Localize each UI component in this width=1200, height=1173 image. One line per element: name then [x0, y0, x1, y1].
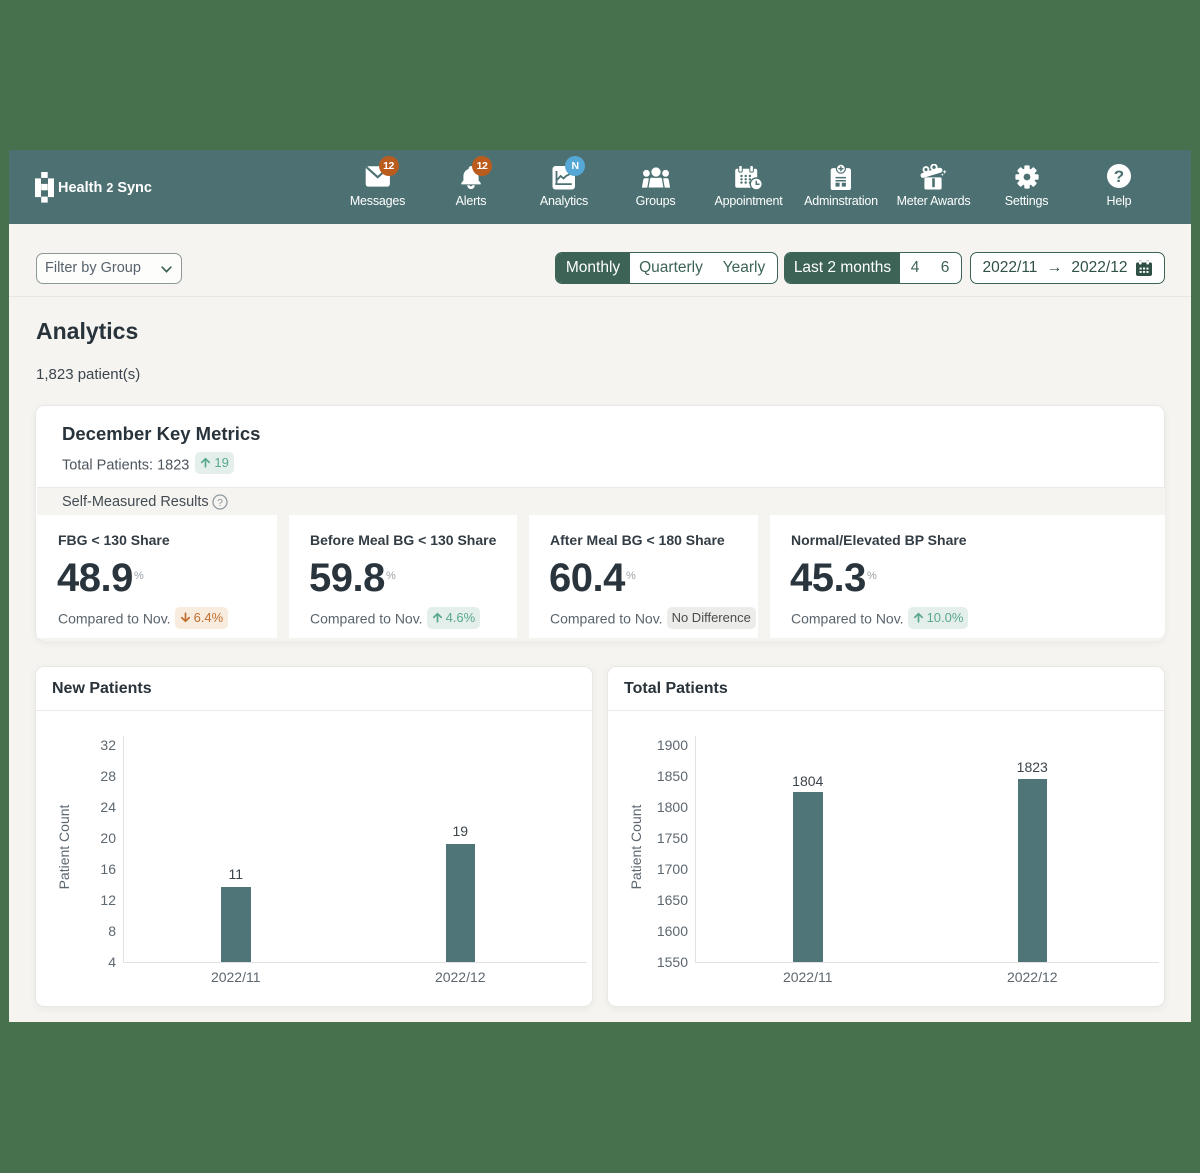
- svg-text:?: ?: [217, 496, 223, 508]
- svg-text:?: ?: [1114, 167, 1124, 186]
